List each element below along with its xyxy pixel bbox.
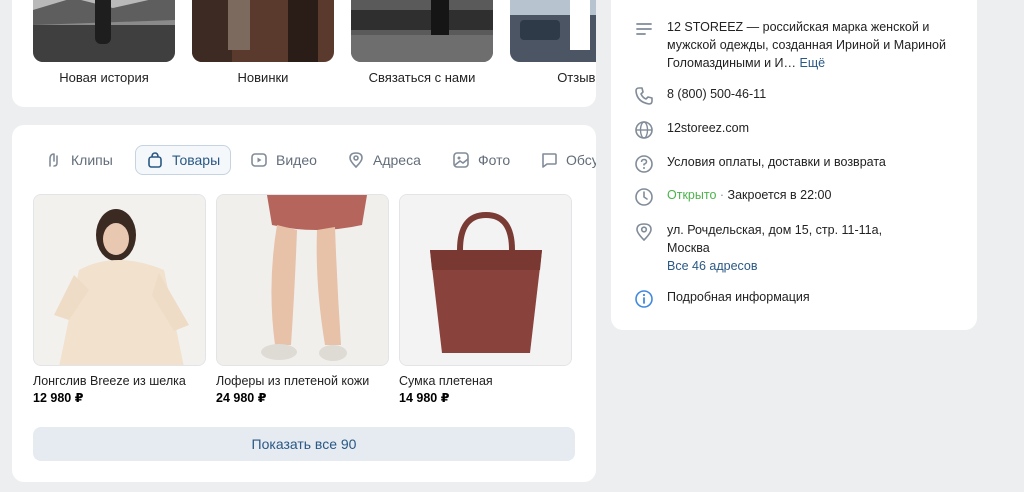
tab-label: Обсуждения [566,152,596,168]
story-label: Новая история [59,70,149,85]
close-time: Закроется в 22:00 [727,188,832,202]
product-image[interactable] [33,194,206,366]
video-icon [251,153,267,167]
website-row: 12storeez.com [633,119,963,141]
products-card: Клипы Товары Видео Адреса Фото Обсуждени… [12,125,596,482]
all-addresses-link[interactable]: Все 46 адресов [667,257,917,275]
tab-label: Товары [172,152,221,168]
story-thumbnail[interactable] [510,0,596,62]
tab-label: Видео [276,152,317,168]
location-icon [636,223,652,242]
story-thumbnail[interactable] [351,0,493,62]
tab-label: Адреса [373,152,421,168]
stories-card: Новая история Новинки Связаться с нами О… [12,0,596,107]
tab-label: Фото [478,152,511,168]
story-label: Новинки [237,70,289,85]
status-separator: · [719,188,725,202]
tab-products[interactable]: Товары [135,145,232,175]
location-icon [349,152,363,169]
product-name: Сумка плетеная [399,374,493,388]
clock-icon [635,188,653,206]
product-image[interactable] [216,194,389,366]
photo-icon [453,152,469,168]
website-link[interactable]: 12storeez.com [667,119,749,141]
question-icon [635,155,653,173]
product-name: Лонгслив Breeze из шелка [33,374,186,388]
story-thumbnail[interactable] [33,0,175,62]
open-status: Открыто [667,188,717,202]
details-row: Подробная информация [633,288,963,310]
product-image[interactable] [399,194,572,366]
hours-text[interactable]: Открыто · Закроется в 22:00 [667,186,831,208]
story-label: Связаться с нами [368,70,476,85]
address-text: ул. Рочдельская, дом 15, стр. 11-11а, Мо… [667,223,883,255]
hours-row: Открыто · Закроется в 22:00 [633,186,963,208]
tab-video[interactable]: Видео [250,145,317,175]
story-label: Отзывы [557,70,596,85]
terms-row: Условия оплаты, доставки и возврата [633,153,963,175]
product-price: 12 980 ₽ [33,391,84,405]
address-row: ул. Рочдельская, дом 15, стр. 11-11а, Мо… [633,221,963,275]
bag-icon [148,152,162,168]
tab-addresses[interactable]: Адреса [347,145,421,175]
globe-icon [635,121,653,139]
tab-discussions[interactable]: Обсуждения [540,145,596,175]
details-link[interactable]: Подробная информация [667,288,810,310]
phone-icon [635,87,653,105]
description-row: 12 STOREEZ — российская марка женской и … [633,18,963,72]
phone-link[interactable]: 8 (800) 500-46-11 [667,85,766,107]
product-card[interactable]: Сумка плетеная 14 980 ₽ [399,194,572,405]
story-thumbnail[interactable] [192,0,334,62]
tab-clips[interactable]: Клипы [45,145,113,175]
text-lines-icon [636,23,652,35]
tab-label: Клипы [71,152,113,168]
chat-icon [542,153,557,168]
product-price: 24 980 ₽ [216,391,267,405]
more-link[interactable]: Ещё [800,56,826,70]
product-name: Лоферы из плетеной кожи [216,374,370,388]
show-all-button[interactable]: Показать все 90 [33,427,575,461]
info-card: 12 STOREEZ — российская марка женской и … [611,0,977,330]
phone-row: 8 (800) 500-46-11 [633,85,963,107]
product-price: 14 980 ₽ [399,391,450,405]
info-icon [635,290,653,308]
terms-link[interactable]: Условия оплаты, доставки и возврата [667,153,886,175]
clips-icon [49,153,58,167]
product-card[interactable]: Лоферы из плетеной кожи 24 980 ₽ [216,194,389,405]
product-card[interactable]: Лонгслив Breeze из шелка 12 980 ₽ [33,194,206,405]
tab-photo[interactable]: Фото [452,145,510,175]
